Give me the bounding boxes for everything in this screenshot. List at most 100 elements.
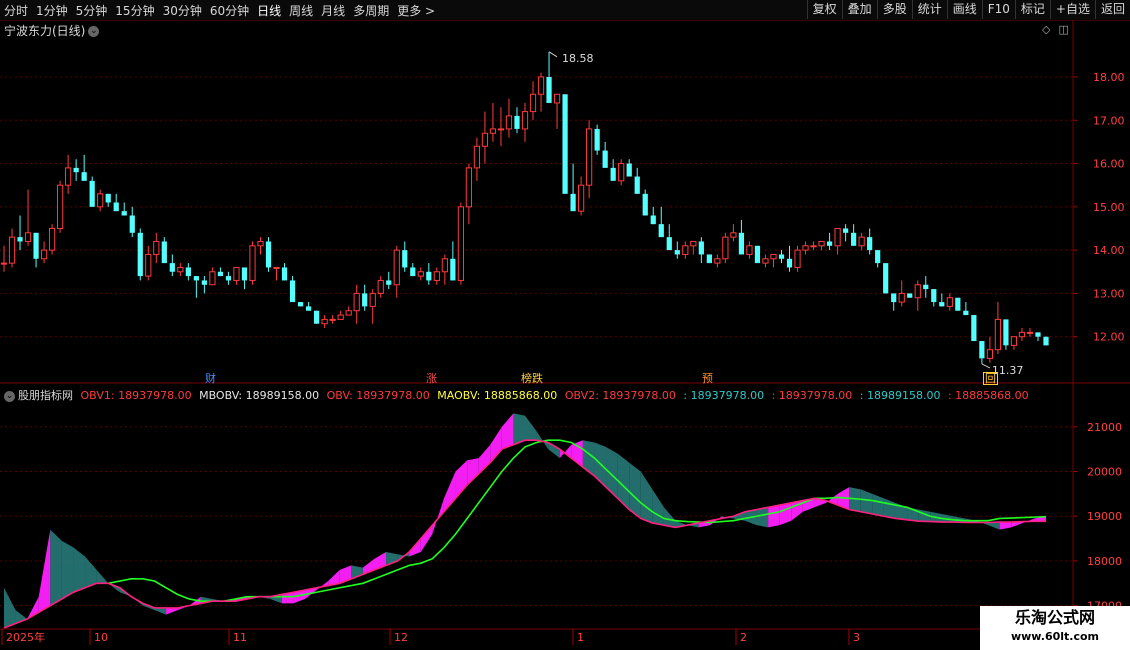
candle-body-down <box>955 297 961 311</box>
candle-body-down <box>706 254 712 264</box>
indicator-menu-icon[interactable]: ⌄ <box>4 390 15 402</box>
candle-body-down <box>81 172 87 181</box>
candle-body-down <box>1043 336 1049 346</box>
obv-band-down <box>663 507 676 528</box>
candle-body-down <box>754 245 761 264</box>
event-tag-list-drop[interactable]: 榜跌 <box>521 370 543 386</box>
obv-band-down <box>154 607 167 615</box>
candle-body-down <box>931 289 937 303</box>
price-tick-label: 14.00 <box>1093 244 1125 257</box>
candle-body-up <box>481 132 489 147</box>
candle-body-up <box>986 349 993 359</box>
candle-body-up <box>249 245 256 281</box>
candle-body-down <box>923 284 929 290</box>
candle-body-down <box>241 267 248 281</box>
time-axis-label: 11 <box>233 631 247 644</box>
candle-body-up <box>858 236 865 247</box>
indicator-value: MBOBV: 18989158.00 <box>199 389 320 402</box>
obv-band-down <box>606 446 618 499</box>
candle-body-down <box>602 150 608 168</box>
candle-body-up <box>1018 331 1026 338</box>
obv-tick-label: 18000 <box>1087 555 1122 568</box>
candle-body-up <box>802 245 809 251</box>
candle-body-down <box>1035 332 1041 337</box>
candle-body-up <box>834 227 841 247</box>
candle-body-up <box>529 93 537 113</box>
obv-band-down <box>756 507 769 528</box>
event-tag-forecast[interactable]: 预 <box>702 370 713 386</box>
candle-body-down <box>201 280 207 285</box>
indicator-value: : 18937978.00 <box>683 389 765 402</box>
candle-body-up <box>329 318 336 321</box>
event-tag-limit-up[interactable]: 涨 <box>426 370 437 386</box>
candle-body-down <box>826 241 833 246</box>
candle-body-up <box>473 145 481 169</box>
indicator-value: : 18989158.00 <box>859 389 941 402</box>
obv-band-up <box>467 458 479 485</box>
obv-tick-label: 21000 <box>1087 421 1122 434</box>
candle-body-up <box>441 258 448 273</box>
candle-body-up <box>393 249 400 286</box>
candle-body-up <box>618 163 625 182</box>
mbobv-line <box>108 439 1047 602</box>
obv-band-up <box>420 525 433 552</box>
candle-body-down <box>642 193 648 216</box>
obv-band-down <box>525 415 537 441</box>
candle-body-down <box>105 193 111 203</box>
watermark-url: www.60lt.com <box>1010 630 1100 643</box>
obv-band-up <box>432 498 444 535</box>
candle-body-up <box>762 258 769 264</box>
candle-body-up <box>209 271 216 286</box>
candle-body-down <box>426 271 432 281</box>
candle-body-down <box>698 241 704 255</box>
candle-body-down <box>666 237 672 251</box>
candle-body-down <box>281 267 288 281</box>
event-tag-repurchase[interactable]: 回 <box>983 372 998 385</box>
obv-band-up <box>38 529 51 613</box>
candle-body-up <box>794 249 801 268</box>
event-tag-finance[interactable]: 财 <box>205 370 216 386</box>
candle-body-up <box>0 262 8 265</box>
candle-body-down <box>313 310 320 324</box>
candle-body-down <box>634 176 640 194</box>
candle-body-down <box>658 224 664 238</box>
candle-body-down <box>193 276 199 281</box>
price-tick-label: 12.00 <box>1093 331 1125 344</box>
obv-band-down <box>652 489 664 526</box>
price-tick-label: 16.00 <box>1093 158 1125 171</box>
candle-body-up <box>722 236 729 260</box>
obv-band-down <box>4 587 16 628</box>
indicator-value: OBV2: 18937978.00 <box>564 389 676 402</box>
candle-body-up <box>40 249 48 260</box>
candle-body-up <box>682 245 689 255</box>
indicator-name[interactable]: 股朋指标网 <box>18 389 73 402</box>
candle-body-down <box>73 167 79 173</box>
candle-body-down <box>121 211 127 216</box>
candle-body-down <box>562 94 568 194</box>
candle-body-up <box>337 314 344 320</box>
candle-body-down <box>570 193 576 212</box>
candle-body-up <box>537 76 545 95</box>
candle-body-up <box>177 266 184 273</box>
time-axis-label: 10 <box>94 631 108 644</box>
candle-body-down <box>410 267 416 277</box>
candle-body-down <box>17 237 23 242</box>
obv-band-down <box>73 547 86 593</box>
candle-body-down <box>169 263 175 272</box>
candle-body-down <box>650 215 656 225</box>
candle-body-down <box>738 232 745 255</box>
candle-body-down <box>626 163 632 177</box>
candle-body-down <box>907 293 913 298</box>
obv-band-up <box>478 444 491 474</box>
candle-body-up <box>24 232 32 242</box>
candlestick-chart[interactable]: 18.5811.37 18.0017.0016.0015.0014.0013.0… <box>0 0 1130 650</box>
candle-body-down <box>514 115 520 129</box>
candle-body-up <box>730 232 737 238</box>
candle-body-up <box>321 318 328 325</box>
obv-tick-label: 20000 <box>1087 466 1122 479</box>
candle-body-up <box>457 206 464 281</box>
candle-body-up <box>770 253 777 260</box>
obv-band-down <box>594 442 607 488</box>
candle-body-up <box>8 236 16 264</box>
obv-band-up <box>166 607 178 615</box>
